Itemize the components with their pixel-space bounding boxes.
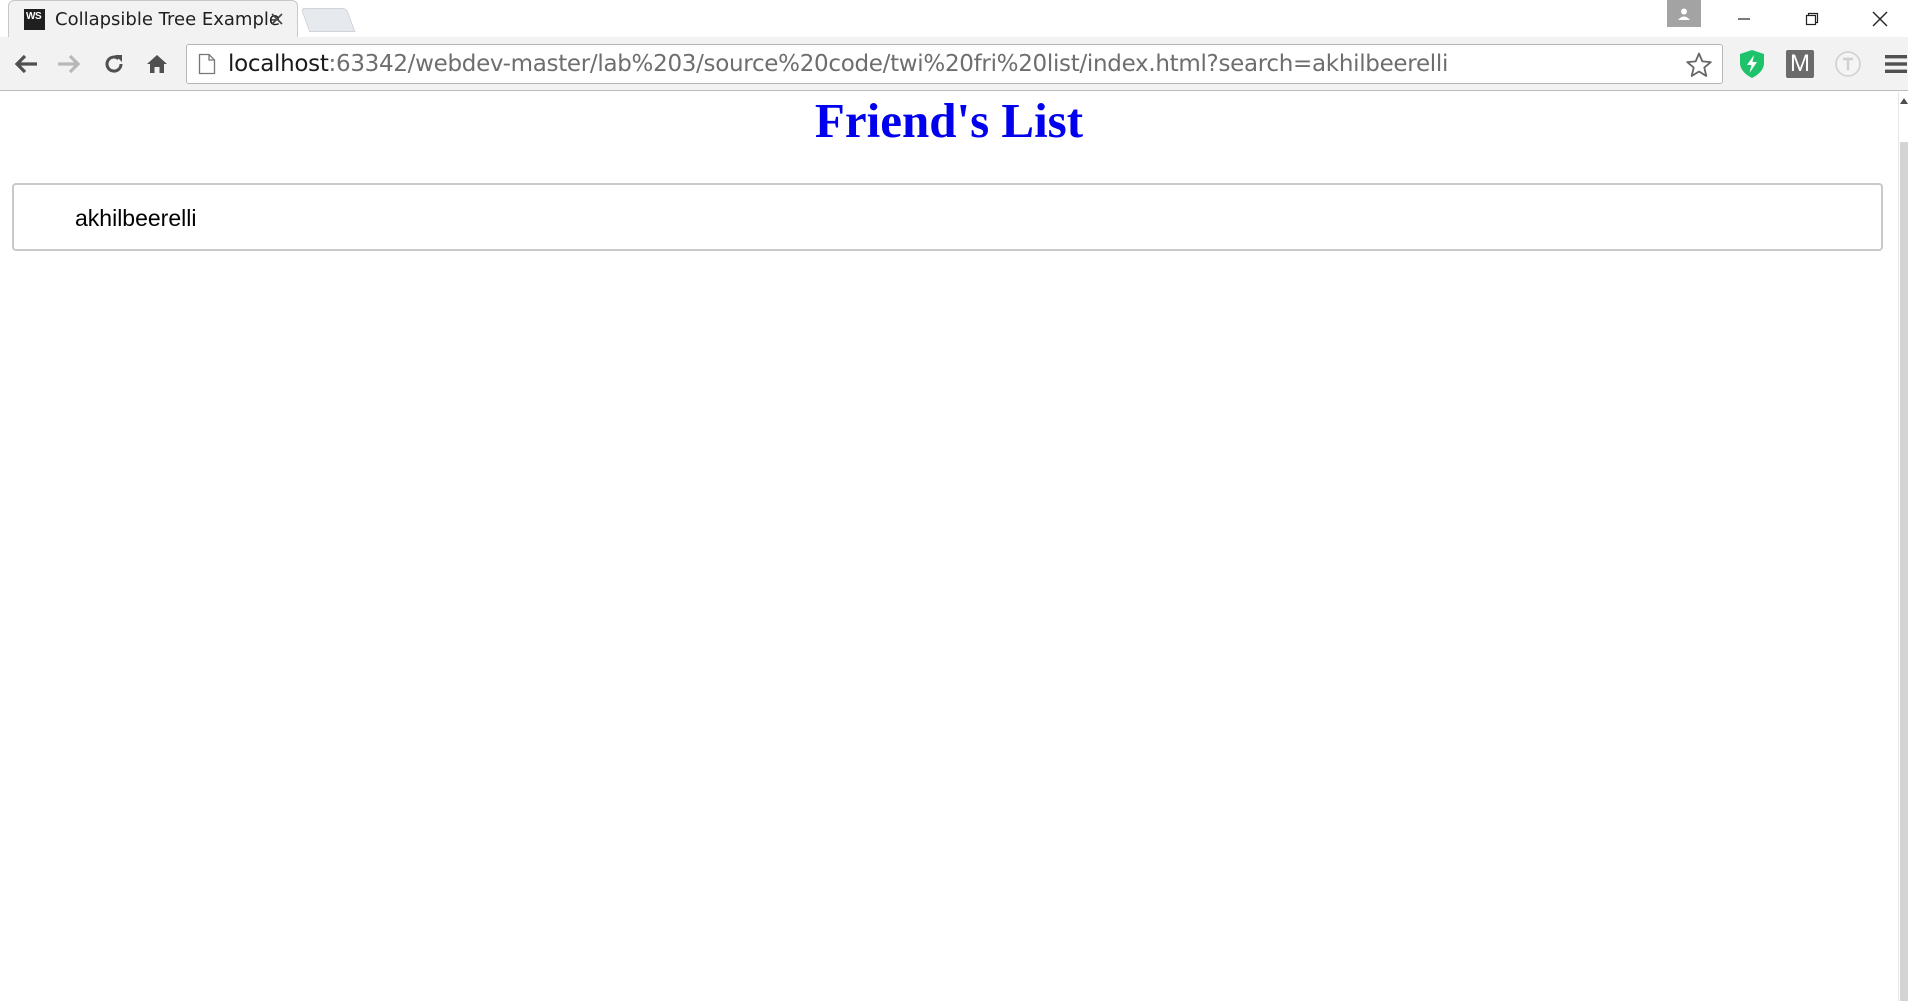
minimize-icon[interactable] (1710, 0, 1778, 37)
scroll-thumb[interactable] (1900, 142, 1908, 1001)
friend-name: akhilbeerelli (75, 205, 197, 231)
page-title: Friend's List (814, 93, 1084, 148)
new-tab-button[interactable] (300, 8, 356, 32)
m-extension-label: M (1786, 50, 1814, 78)
scroll-up-arrow-icon[interactable] (1900, 98, 1908, 104)
forward-arrow-icon[interactable] (53, 48, 85, 80)
browser-toolbar: localhost:63342/webdev-master/lab%203/so… (0, 37, 1908, 91)
restore-icon[interactable] (1778, 0, 1846, 37)
profile-icon[interactable] (1667, 0, 1701, 27)
url-path: :63342/webdev-master/lab%203/source%20co… (328, 51, 1449, 77)
page-viewport: Friend's List akhilbeerelli (0, 92, 1898, 1001)
tab-title: Collapsible Tree Example (55, 8, 280, 30)
address-bar[interactable]: localhost:63342/webdev-master/lab%203/so… (186, 44, 1723, 84)
webstorm-favicon-icon: WS (24, 8, 45, 30)
url-text[interactable]: localhost:63342/webdev-master/lab%203/so… (228, 51, 1448, 77)
t-extension-icon[interactable] (1831, 47, 1865, 81)
shield-bolt-icon[interactable] (1735, 47, 1769, 81)
friend-list-item[interactable]: akhilbeerelli (12, 183, 1883, 251)
home-icon[interactable] (141, 48, 173, 80)
m-extension-icon[interactable]: M (1783, 47, 1817, 81)
vertical-scrollbar[interactable] (1898, 92, 1908, 1001)
back-arrow-icon[interactable] (10, 48, 42, 80)
tab-close-icon[interactable] (267, 9, 287, 29)
url-host: localhost (228, 51, 329, 77)
star-icon[interactable] (1684, 50, 1714, 80)
browser-titlebar: WS Collapsible Tree Example (0, 0, 1908, 37)
page-icon (198, 53, 216, 75)
reload-icon[interactable] (98, 48, 130, 80)
chrome-menu-icon[interactable] (1879, 47, 1908, 81)
close-window-icon[interactable] (1846, 0, 1908, 37)
browser-tab[interactable]: WS Collapsible Tree Example (8, 0, 298, 37)
